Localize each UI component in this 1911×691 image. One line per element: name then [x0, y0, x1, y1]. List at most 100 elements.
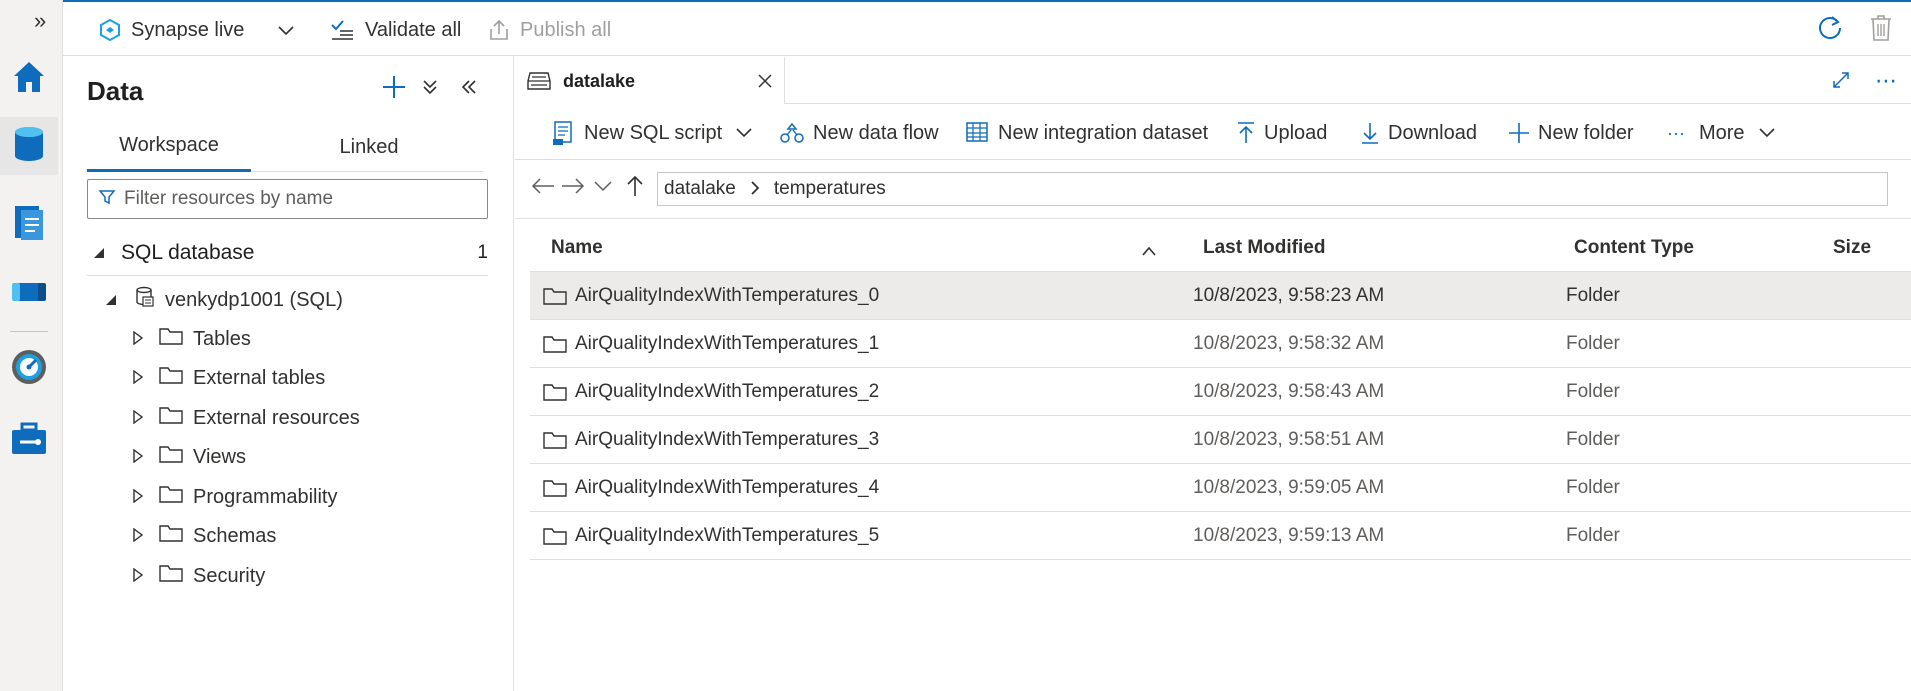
expand-triangle-icon	[133, 565, 144, 588]
plus-icon	[1508, 122, 1530, 144]
collapse-all-button[interactable]	[421, 78, 439, 96]
manage-icon	[10, 422, 48, 461]
folder-icon	[543, 430, 567, 450]
table-row[interactable]: AirQualityIndexWithTemperatures_4 10/8/2…	[530, 464, 1911, 512]
panel-title: Data	[87, 76, 144, 106]
rail-data[interactable]	[0, 117, 58, 175]
tree-item-database[interactable]: venkydp1001 (SQL)	[105, 280, 343, 320]
forward-arrow-icon[interactable]	[561, 177, 585, 201]
tree-item-external-resources[interactable]: External resources	[133, 398, 360, 438]
breadcrumb-item[interactable]: temperatures	[774, 178, 886, 200]
table-row[interactable]: AirQualityIndexWithTemperatures_2 10/8/2…	[530, 368, 1911, 416]
column-header-content-type[interactable]: Content Type	[1574, 237, 1694, 259]
command-bar: Synapse live Validate all Publish all	[63, 0, 1911, 56]
recent-chevron-down-icon[interactable]	[593, 177, 613, 201]
modified-cell: 10/8/2023, 9:59:13 AM	[1193, 525, 1385, 546]
tree-item-label: External resources	[193, 406, 360, 429]
tab-linked[interactable]: Linked	[287, 122, 451, 172]
collapse-panel-button[interactable]	[460, 78, 478, 96]
rail-home[interactable]	[0, 50, 58, 108]
file-name[interactable]: AirQualityIndexWithTemperatures_3	[575, 429, 879, 451]
folder-icon	[159, 484, 183, 510]
file-name[interactable]: AirQualityIndexWithTemperatures_0	[575, 285, 879, 307]
add-resource-button[interactable]	[381, 74, 407, 100]
synapse-live-dropdown[interactable]: Synapse live	[99, 16, 294, 44]
file-name[interactable]: AirQualityIndexWithTemperatures_2	[575, 381, 879, 403]
tree-item-label: Schemas	[193, 524, 277, 547]
validate-all-button[interactable]: Validate all	[331, 16, 461, 44]
folder-icon	[543, 526, 567, 546]
tree-item-security[interactable]: Security	[133, 556, 265, 596]
table-row[interactable]: AirQualityIndexWithTemperatures_3 10/8/2…	[530, 416, 1911, 464]
tree-item-views[interactable]: Views	[133, 437, 246, 477]
rail-develop[interactable]	[0, 196, 58, 254]
double-chevron-left-icon	[461, 80, 476, 94]
refresh-icon[interactable]	[1816, 14, 1844, 47]
sort-ascending-icon[interactable]	[1142, 240, 1156, 262]
breadcrumb[interactable]: datalake temperatures	[657, 172, 1888, 206]
chevron-down-icon	[1758, 128, 1775, 138]
expand-rail-button[interactable]: »	[34, 8, 46, 34]
chevron-down-icon	[278, 19, 294, 42]
new-folder-button[interactable]: New folder	[1508, 118, 1634, 148]
new-data-flow-label: New data flow	[813, 121, 939, 144]
tree-item-schemas[interactable]: Schemas	[133, 516, 276, 556]
more-button[interactable]: ··· More	[1667, 118, 1775, 148]
rail-monitor[interactable]	[0, 340, 58, 398]
collapse-triangle-icon	[105, 289, 117, 312]
breadcrumb-item[interactable]: datalake	[664, 178, 736, 200]
download-button[interactable]: Download	[1360, 118, 1477, 148]
more-options-icon[interactable]: ⋯	[1875, 68, 1898, 94]
filter-input[interactable]	[124, 188, 464, 210]
column-header-name[interactable]: Name	[551, 237, 603, 259]
table-row[interactable]: AirQualityIndexWithTemperatures_1 10/8/2…	[530, 320, 1911, 368]
chevron-down-icon	[736, 128, 752, 138]
tree-item-label: Views	[193, 445, 246, 468]
column-header-size[interactable]: Size	[1833, 237, 1871, 259]
tree-item-tables[interactable]: Tables	[133, 319, 251, 359]
name-cell: AirQualityIndexWithTemperatures_3	[543, 429, 879, 451]
name-cell: AirQualityIndexWithTemperatures_0	[543, 285, 879, 307]
sql-database-icon	[133, 286, 155, 314]
upload-icon	[1236, 121, 1256, 145]
rail-manage[interactable]	[0, 412, 58, 470]
tree-item-external-tables[interactable]: External tables	[133, 358, 325, 398]
upload-button[interactable]: Upload	[1236, 118, 1327, 148]
column-header-last-modified[interactable]: Last Modified	[1203, 237, 1325, 259]
app-rail: »	[0, 0, 63, 691]
sql-database-group[interactable]: SQL database 1	[87, 230, 488, 276]
data-panel: Data Workspace Linked SQL database 1 ven…	[63, 56, 514, 691]
table-row[interactable]: AirQualityIndexWithTemperatures_5 10/8/2…	[530, 512, 1911, 560]
file-name[interactable]: AirQualityIndexWithTemperatures_1	[575, 333, 879, 355]
file-name[interactable]: AirQualityIndexWithTemperatures_4	[575, 477, 879, 499]
rail-integrate[interactable]	[0, 265, 58, 323]
monitor-icon	[10, 348, 48, 391]
tree-item-label: venkydp1001 (SQL)	[165, 288, 343, 311]
doc-tab-datalake[interactable]: datalake	[515, 56, 785, 104]
new-integration-dataset-button[interactable]: New integration dataset	[966, 118, 1208, 148]
type-cell: Folder	[1566, 381, 1620, 402]
group-label: SQL database	[121, 240, 255, 264]
tab-workspace[interactable]: Workspace	[87, 122, 251, 172]
tree-item-programmability[interactable]: Programmability	[133, 477, 337, 517]
new-data-flow-button[interactable]: New data flow	[779, 118, 939, 148]
upload-label: Upload	[1264, 121, 1328, 144]
expand-triangle-icon	[133, 446, 144, 469]
home-icon	[10, 58, 48, 101]
discard-icon[interactable]	[1869, 14, 1893, 47]
chevron-right-icon	[750, 179, 760, 200]
new-sql-script-label: New SQL script	[584, 121, 723, 144]
close-icon[interactable]	[758, 74, 772, 88]
integrate-icon	[10, 279, 48, 310]
publish-all-button[interactable]: Publish all	[488, 16, 611, 44]
back-arrow-icon[interactable]	[531, 177, 555, 201]
up-arrow-icon[interactable]	[626, 175, 644, 203]
table-row[interactable]: AirQualityIndexWithTemperatures_0 10/8/2…	[530, 272, 1911, 320]
expand-triangle-icon	[133, 407, 144, 430]
maximize-icon[interactable]	[1831, 70, 1851, 95]
dataset-table-icon	[966, 122, 990, 144]
file-name[interactable]: AirQualityIndexWithTemperatures_5	[575, 525, 879, 547]
filter-box	[87, 179, 488, 219]
new-sql-script-button[interactable]: New SQL script	[552, 118, 752, 148]
type-cell: Folder	[1566, 525, 1620, 546]
